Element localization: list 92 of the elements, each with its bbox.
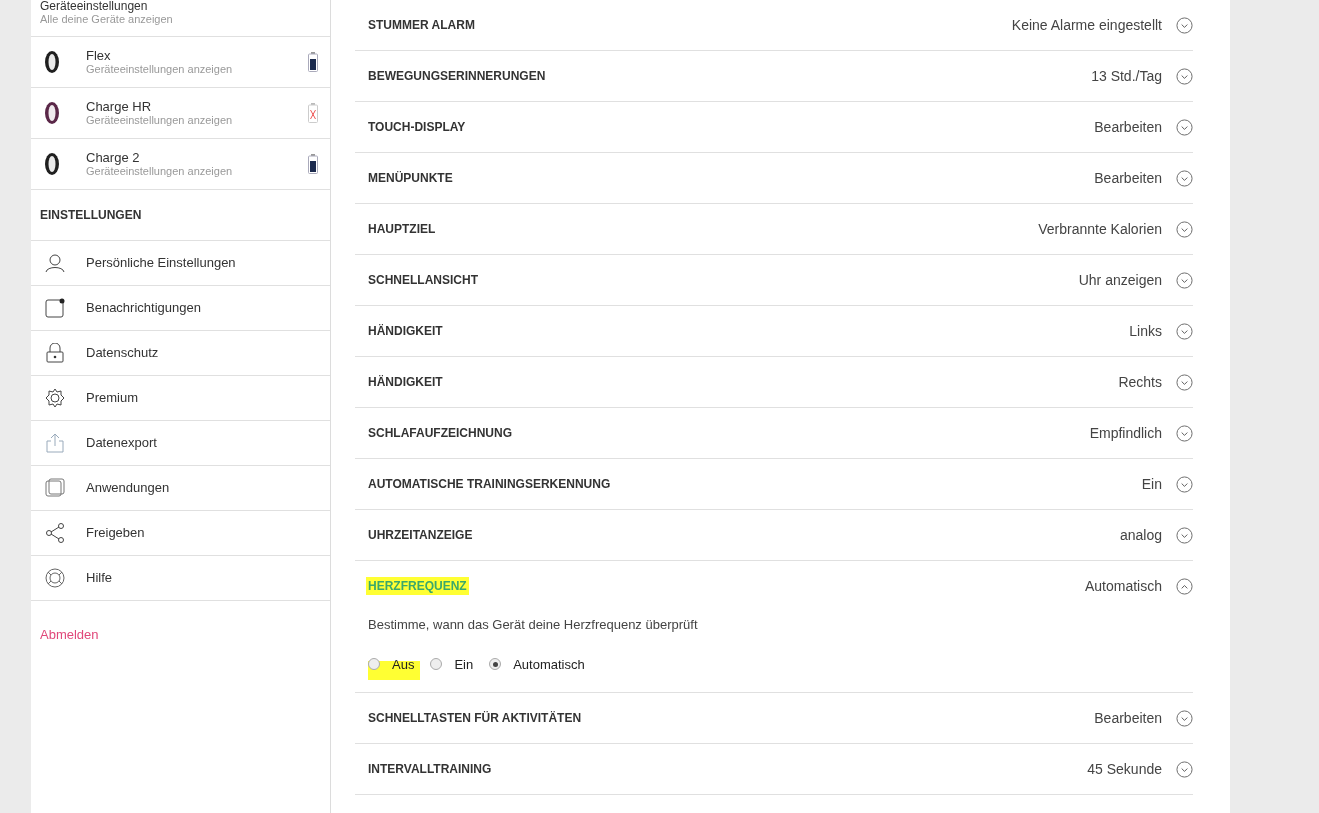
setting-row[interactable]: HÄNDIGKEIT Links <box>355 306 1193 356</box>
device-link: Geräteeinstellungen anzeigen <box>86 114 234 127</box>
device-name: Flex <box>86 48 112 63</box>
setting-row[interactable]: HAUPTZIEL Verbrannte Kalorien <box>355 204 1193 254</box>
radio-option[interactable]: Automatisch <box>489 648 591 680</box>
menu-item[interactable]: Premium <box>31 376 330 421</box>
menu-item[interactable]: Datenschutz <box>31 331 330 376</box>
menu-item[interactable]: Hilfe <box>31 556 330 601</box>
setting-value: Ein <box>1141 474 1162 494</box>
share-icon <box>45 523 65 543</box>
radio-option[interactable]: Ein <box>430 648 480 680</box>
chevron-down-icon[interactable] <box>1176 475 1193 493</box>
person-icon <box>45 253 65 273</box>
setting-title: SCHNELLANSICHT <box>368 272 478 289</box>
setting-title: MENÜPUNKTE <box>368 170 453 187</box>
chevron-down-icon[interactable] <box>1176 526 1193 544</box>
setting-row[interactable]: UHRZEITANZEIGE analog <box>355 510 1193 560</box>
radio-button[interactable] <box>489 658 502 671</box>
chevron-down-icon[interactable] <box>1176 169 1193 187</box>
device-link: Geräteeinstellungen anzeigen <box>86 165 234 178</box>
setting-title: TOUCH-DISPLAY <box>368 119 466 136</box>
setting-value: Automatisch <box>1084 576 1162 596</box>
device-item[interactable]: Flex Geräteeinstellungen anzeigen <box>31 37 330 88</box>
setting-row[interactable]: HÄNDIGKEIT Rechts <box>355 357 1193 407</box>
setting-title: HÄNDIGKEIT <box>368 374 443 391</box>
setting-row[interactable]: SCHNELLANSICHT Uhr anzeigen <box>355 255 1193 305</box>
device-item[interactable]: Charge 2 Geräteeinstellungen anzeigen <box>31 139 330 190</box>
setting-title: INTERVALLTRAINING <box>368 761 492 778</box>
setting-value: Links <box>1129 321 1162 341</box>
stacked-windows-icon <box>45 478 65 498</box>
radio-button[interactable] <box>368 658 380 671</box>
chevron-down-icon[interactable] <box>1176 67 1193 85</box>
setting-row[interactable]: SCHNELLTASTEN FÜR AKTIVITÄTEN Bearbeiten <box>355 693 1193 743</box>
chevron-down-icon[interactable] <box>1176 709 1193 727</box>
device-link: Geräteeinstellungen anzeigen <box>86 63 234 76</box>
setting-row[interactable]: INTERVALLTRAINING 45 Sekunde <box>355 744 1193 794</box>
menu-item[interactable]: Anwendungen <box>31 466 330 511</box>
setting-title: HAUPTZIEL <box>368 221 436 238</box>
chevron-down-icon[interactable] <box>1176 16 1193 34</box>
device-item[interactable]: Charge HR Geräteeinstellungen anzeigen <box>31 88 330 139</box>
setting-title: STUMMER ALARM <box>368 17 475 34</box>
setting-title: HERZFREQUENZ <box>366 577 469 595</box>
setting-value: Empfindlich <box>1089 423 1162 443</box>
settings-icon <box>45 388 65 408</box>
setting-title: SCHNELLTASTEN FÜR AKTIVITÄTEN <box>368 710 582 727</box>
setting-row[interactable]: HERZFREQUENZ Automatisch <box>355 561 1193 611</box>
notification-icon <box>45 298 65 318</box>
setting-value: Keine Alarme eingestellt <box>1011 15 1162 35</box>
menu-item[interactable]: Freigeben <box>31 511 330 556</box>
setting-value: Uhr anzeigen <box>1078 270 1162 290</box>
setting-value: Verbrannte Kalorien <box>1038 219 1162 239</box>
device-name: Charge HR <box>86 99 153 114</box>
setting-title: UHRZEITANZEIGE <box>368 527 473 544</box>
radio-option[interactable]: Aus <box>368 648 421 680</box>
setting-row[interactable]: AUTOMATISCHE TRAININGSERKENNUNG Ein <box>355 459 1193 509</box>
lock-icon <box>45 343 65 363</box>
upload-icon <box>45 433 65 453</box>
section-title: EINSTELLUNGEN <box>40 207 142 224</box>
setting-row[interactable]: SCHLAFAUFZEICHNUNG Empfindlich <box>355 408 1193 458</box>
section-title: Geräteeinstellungen <box>40 0 149 12</box>
setting-value: 45 Sekunde <box>1087 759 1162 779</box>
chevron-down-icon[interactable] <box>1176 271 1193 289</box>
setting-title: BEWEGUNGSERINNERUNGEN <box>368 68 546 85</box>
chevron-down-icon[interactable] <box>1176 424 1193 442</box>
lifebuoy-icon <box>45 568 65 588</box>
setting-description: Bestimme, wann das Gerät deine Herzfrequenz überprüft <box>368 616 699 634</box>
setting-value: analog <box>1119 525 1162 545</box>
setting-title: HÄNDIGKEIT <box>368 323 443 340</box>
menu-item[interactable]: Persönliche Einstellungen <box>31 241 330 286</box>
setting-value: Rechts <box>1118 372 1162 392</box>
chevron-up-icon[interactable] <box>1176 577 1193 595</box>
chevron-down-icon[interactable] <box>1176 322 1193 340</box>
setting-row[interactable]: MENÜPUNKTE Bearbeiten <box>355 153 1193 203</box>
setting-row[interactable]: TOUCH-DISPLAY Bearbeiten <box>355 102 1193 152</box>
setting-value: Bearbeiten <box>1094 168 1162 188</box>
chevron-down-icon[interactable] <box>1176 118 1193 136</box>
setting-value: Bearbeiten <box>1094 117 1162 137</box>
menu-item[interactable]: Benachrichtigungen <box>31 286 330 331</box>
setting-value: 13 Std./Tag <box>1091 66 1162 86</box>
setting-row[interactable]: BEWEGUNGSERINNERUNGEN 13 Std./Tag <box>355 51 1193 101</box>
setting-row[interactable]: STUMMER ALARM Keine Alarme eingestellt <box>355 0 1193 50</box>
chevron-down-icon[interactable] <box>1176 220 1193 238</box>
setting-value: Bearbeiten <box>1094 708 1162 728</box>
logout-link[interactable]: Abmelden <box>40 627 99 642</box>
chevron-down-icon[interactable] <box>1176 373 1193 391</box>
setting-title: AUTOMATISCHE TRAININGSERKENNUNG <box>368 476 611 493</box>
section-subtitle: Alle deine Geräte anzeigen <box>40 13 174 26</box>
menu-item[interactable]: Datenexport <box>31 421 330 466</box>
chevron-down-icon[interactable] <box>1176 760 1193 778</box>
setting-title: SCHLAFAUFZEICHNUNG <box>368 425 512 442</box>
device-name: Charge 2 <box>86 150 141 165</box>
radio-button[interactable] <box>430 658 443 671</box>
